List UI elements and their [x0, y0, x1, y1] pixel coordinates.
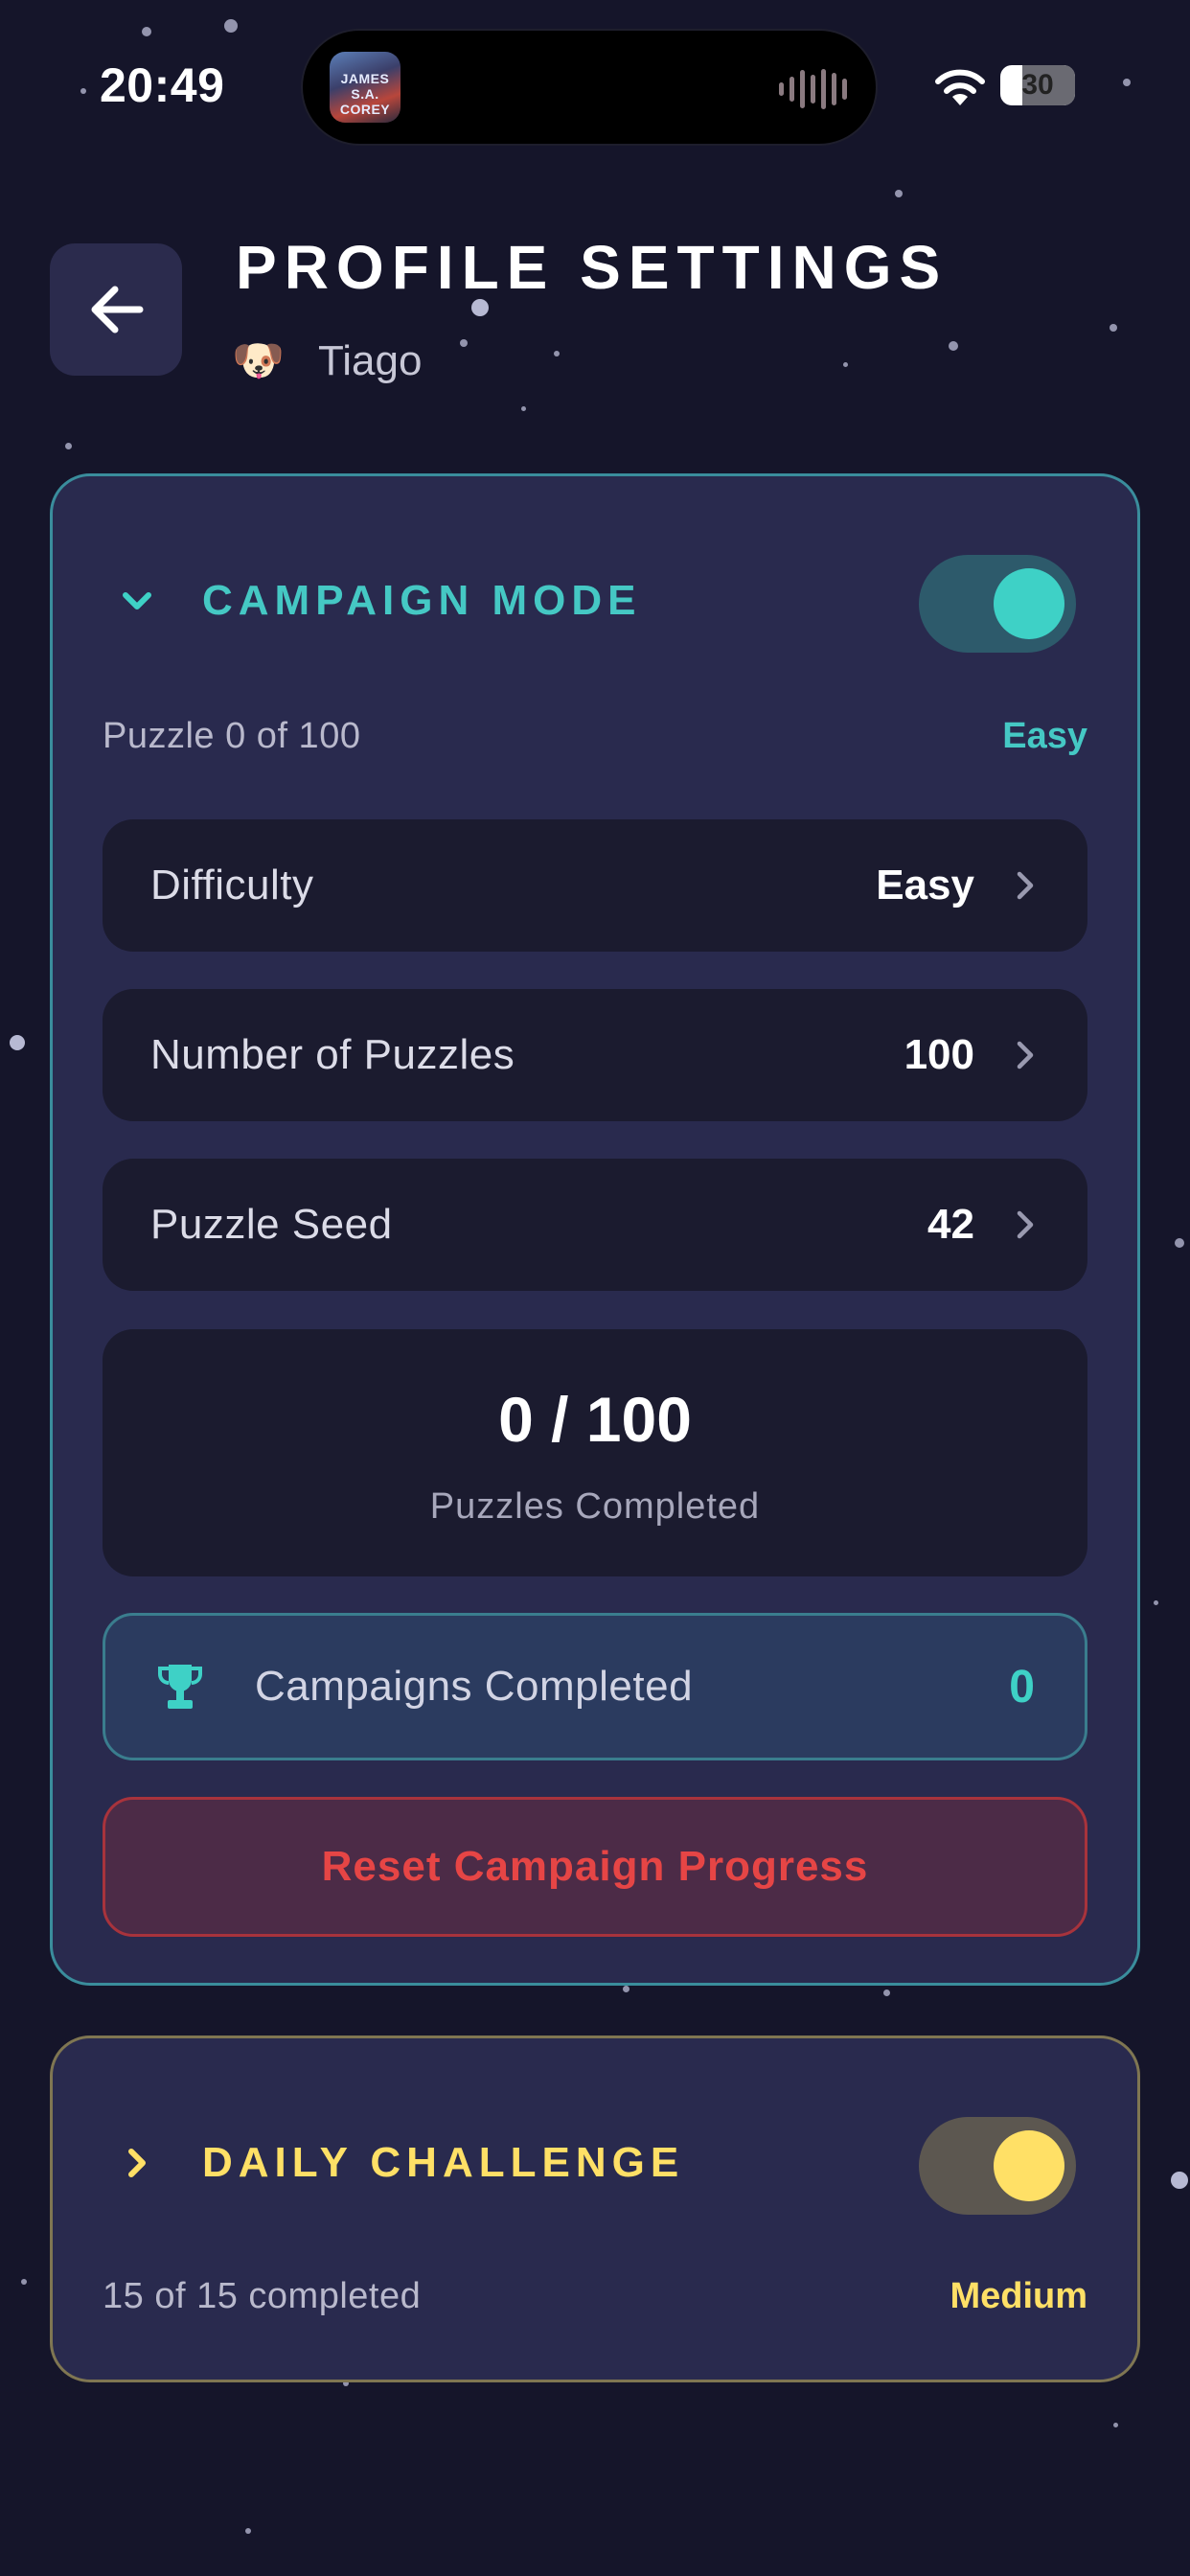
star-decoration: [1171, 2172, 1188, 2189]
star-decoration: [521, 406, 526, 411]
chevron-right-icon: [1017, 1041, 1034, 1070]
page-title: PROFILE SETTINGS: [236, 233, 949, 302]
daily-progress-text: 15 of 15 completed: [103, 2276, 422, 2316]
setting-value: Easy: [876, 862, 974, 908]
star-decoration: [895, 190, 903, 197]
star-decoration: [1113, 2423, 1118, 2427]
campaign-mode-title: CAMPAIGN MODE: [202, 577, 642, 624]
star-decoration: [1123, 79, 1131, 86]
star-decoration: [883, 1990, 890, 1996]
puzzles-completed-panel: 0 / 100 Puzzles Completed: [103, 1329, 1087, 1576]
daily-challenge-card: DAILY CHALLENGE 15 of 15 completed Mediu…: [50, 2036, 1140, 2382]
star-decoration: [1154, 1600, 1158, 1605]
screen: 20:49 JAMES S.A. COREY 30 PROFILE SETTIN…: [0, 0, 1190, 2576]
battery-indicator: 30: [1000, 65, 1075, 105]
puzzles-completed-label: Puzzles Completed: [429, 1486, 761, 1527]
toggle-knob: [994, 568, 1064, 639]
daily-challenge-title: DAILY CHALLENGE: [202, 2139, 685, 2186]
star-decoration: [21, 2279, 27, 2285]
daily-challenge-toggle[interactable]: [919, 2117, 1076, 2215]
chevron-down-icon: [123, 592, 151, 610]
setting-value: 42: [927, 1201, 974, 1248]
star-decoration: [843, 362, 848, 367]
star-decoration: [245, 2528, 251, 2534]
now-playing-artwork: JAMES S.A. COREY: [330, 52, 400, 123]
star-decoration: [1110, 324, 1117, 332]
reset-campaign-button[interactable]: Reset Campaign Progress: [103, 1797, 1087, 1937]
star-decoration: [1175, 1238, 1184, 1248]
star-decoration: [623, 1986, 629, 1992]
setting-label: Difficulty: [150, 862, 314, 908]
campaign-mode-card: CAMPAIGN MODE Puzzle 0 of 100 Easy Diffi…: [50, 473, 1140, 1986]
setting-row-difficulty[interactable]: Difficulty Easy: [103, 819, 1087, 952]
star-decoration: [949, 341, 958, 351]
star-decoration: [80, 88, 86, 94]
battery-percent: 30: [1021, 69, 1054, 101]
profile-name: Tiago: [318, 337, 423, 384]
arrow-left-icon: [91, 286, 144, 334]
star-decoration: [65, 443, 72, 449]
daily-challenge-header[interactable]: DAILY CHALLENGE: [114, 2115, 1076, 2215]
campaigns-completed-label: Campaigns Completed: [255, 1663, 694, 1710]
setting-row-number-of-puzzles[interactable]: Number of Puzzles 100: [103, 989, 1087, 1121]
artwork-text: JAMES S.A. COREY: [339, 71, 391, 117]
chevron-right-icon: [1017, 1210, 1034, 1239]
campaigns-completed-count: 0: [1009, 1661, 1035, 1713]
star-decoration: [224, 19, 238, 33]
wifi-icon: [935, 69, 985, 105]
setting-row-puzzle-seed[interactable]: Puzzle Seed 42: [103, 1159, 1087, 1291]
star-decoration: [142, 27, 151, 36]
star-decoration: [460, 339, 468, 347]
trophy-icon: [158, 1665, 202, 1709]
dynamic-island[interactable]: JAMES S.A. COREY: [301, 29, 878, 146]
chevron-right-icon: [1017, 871, 1034, 900]
campaign-progress-text: Puzzle 0 of 100: [103, 716, 361, 756]
setting-value: 100: [904, 1031, 974, 1078]
campaign-mode-header[interactable]: CAMPAIGN MODE: [114, 553, 1076, 653]
daily-difficulty-badge: Medium: [950, 2276, 1087, 2316]
back-button[interactable]: [50, 243, 182, 376]
toggle-knob: [994, 2130, 1064, 2201]
status-time: 20:49: [100, 58, 225, 112]
campaigns-completed-panel: Campaigns Completed 0: [103, 1613, 1087, 1760]
setting-label: Number of Puzzles: [150, 1031, 515, 1078]
campaign-mode-toggle[interactable]: [919, 555, 1076, 653]
campaign-summary: Puzzle 0 of 100 Easy: [103, 716, 1087, 757]
puzzles-completed-value: 0 / 100: [498, 1384, 692, 1455]
daily-summary: 15 of 15 completed Medium: [103, 2276, 1087, 2317]
audio-waveform-icon: [779, 69, 847, 109]
setting-label: Puzzle Seed: [150, 1201, 393, 1248]
campaign-difficulty-badge: Easy: [1002, 716, 1087, 756]
star-decoration: [10, 1035, 25, 1050]
star-decoration: [554, 351, 560, 356]
chevron-right-icon: [128, 2149, 146, 2177]
avatar: 🐶: [232, 337, 285, 384]
profile-row: 🐶 Tiago: [232, 335, 422, 387]
